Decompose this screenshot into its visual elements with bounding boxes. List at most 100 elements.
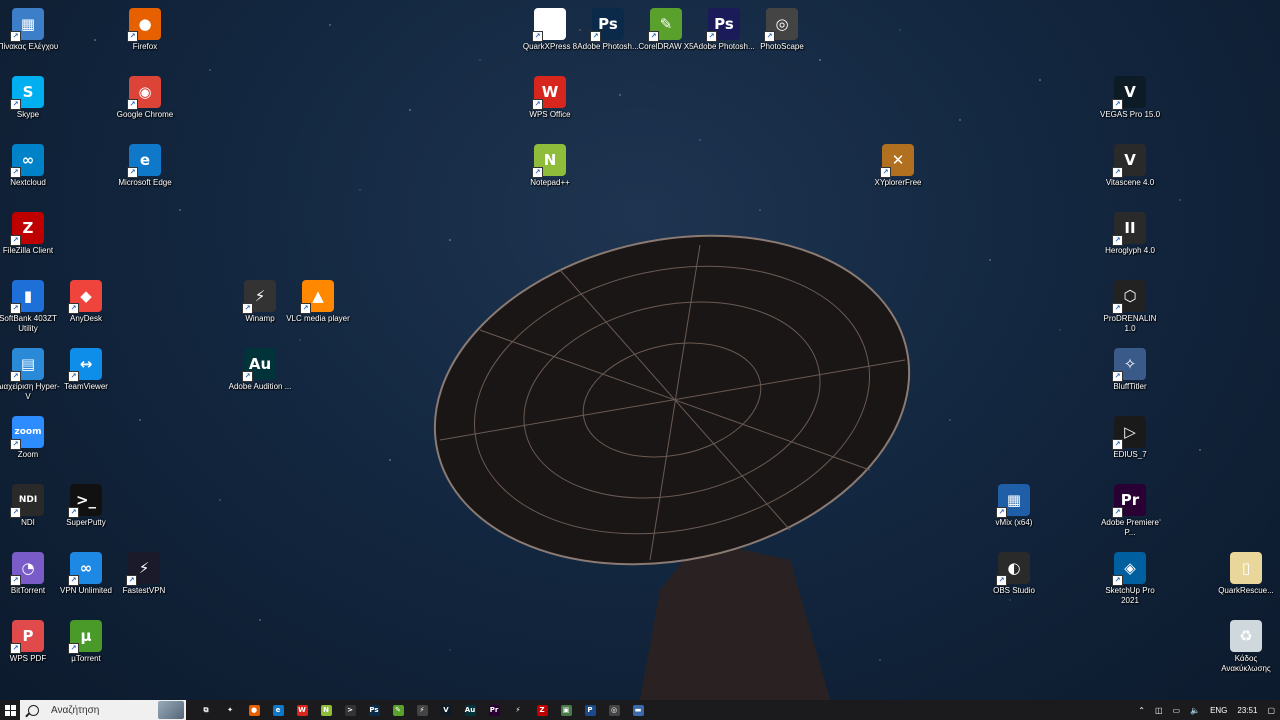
desktop-icon-label: SuperPutty	[66, 518, 106, 527]
desktop-icon-vegas[interactable]: V ↗ VEGAS Pro 15.0	[1098, 76, 1162, 120]
fastestvpn-icon: ⚡ ↗	[126, 552, 160, 586]
desktop-icon-firefox[interactable]: ● ↗ Firefox	[113, 8, 177, 52]
desktop-icon-bittorrent[interactable]: ◔ ↗ BitTorrent	[0, 552, 60, 596]
desktop-icon-wps-pdf[interactable]: P ↗ WPS PDF	[0, 620, 60, 664]
desktop-icon-winamp[interactable]: ⚡ ↗ Winamp	[228, 280, 292, 324]
notifications-icon[interactable]: ▢	[1267, 706, 1275, 715]
search-placeholder: Αναζήτηση	[51, 704, 100, 716]
desktop-icon-skype[interactable]: S ↗ Skype	[0, 76, 60, 120]
desktop-icon-coreldraw[interactable]: ✎ ↗ CorelDRAW X5	[634, 8, 698, 52]
desktop-icon-chrome[interactable]: ◉ ↗ Google Chrome	[113, 76, 177, 120]
firefox-icon: ●	[248, 704, 260, 716]
softbank-icon: ▮ ↗	[10, 280, 44, 314]
desktop-icon-heroglyph[interactable]: II ↗ Heroglyph 4.0	[1098, 212, 1162, 256]
wps-office-icon: W ↗	[532, 76, 566, 110]
desktop-icon-notepadpp[interactable]: N ↗ Notepad++	[518, 144, 582, 188]
desktop-icon-vmix[interactable]: ▦ ↗ vMix (x64)	[982, 484, 1046, 528]
taskbar-app-vegas[interactable]: V	[434, 700, 458, 720]
volume-icon[interactable]: 🔈	[1190, 706, 1200, 715]
desktop-icon-recycle-bin[interactable]: ♻ Κάδος Ανακύκλωσης	[1214, 620, 1278, 674]
taskbar-app-filezilla[interactable]: Z	[530, 700, 554, 720]
desktop-icon-edge[interactable]: e ↗ Microsoft Edge	[113, 144, 177, 188]
shortcut-arrow-icon: ↗	[1112, 371, 1123, 382]
taskbar-app-fastestvpn[interactable]: ⚡	[506, 700, 530, 720]
monitor-icon[interactable]: ▭	[1173, 706, 1181, 715]
desktop-icon-ndi[interactable]: NDI ↗ NDI	[0, 484, 60, 528]
taskbar-app-wps-office[interactable]: W	[290, 700, 314, 720]
taskbar-app-app-1[interactable]: ▣	[554, 700, 578, 720]
taskbar-app-notepadpp[interactable]: N	[314, 700, 338, 720]
taskbar-app-edge[interactable]: e	[266, 700, 290, 720]
desktop-icon-audition[interactable]: Au ↗ Adobe Audition ...	[228, 348, 292, 392]
shortcut-arrow-icon: ↗	[68, 507, 79, 518]
shortcut-arrow-icon: ↗	[10, 371, 21, 382]
quarkrescue-icon: ▯	[1230, 552, 1262, 584]
desktop-icon-xyplorer[interactable]: ✕ ↗ XYplorerFree	[866, 144, 930, 188]
desktop-icon-wps-office[interactable]: W ↗ WPS Office	[518, 76, 582, 120]
desktop-icon-softbank[interactable]: ▮ ↗ SoftBank 403ZT Utility	[0, 280, 60, 334]
desktop-icon-photoshop-1[interactable]: Ps ↗ Adobe Photosh...	[576, 8, 640, 52]
taskbar-search-box[interactable]: Αναζήτηση	[20, 700, 186, 720]
shortcut-arrow-icon: ↗	[764, 31, 775, 42]
app-2-icon: P	[584, 704, 596, 716]
desktop-icon-zoom[interactable]: zoom ↗ Zoom	[0, 416, 60, 460]
desktop-icon-prodrenalin[interactable]: ⬡ ↗ ProDRENALIN 1.0	[1098, 280, 1162, 334]
desktop-icon-label: AnyDesk	[69, 314, 102, 323]
desktop-icon-label: QuarkRescue...	[1218, 586, 1274, 595]
show-hidden-icons-icon[interactable]: ⌃	[1138, 706, 1145, 715]
taskbar-app-photoscape[interactable]: ◎	[602, 700, 626, 720]
photoscape-icon: ◎ ↗	[764, 8, 798, 42]
desktop-icon-obs[interactable]: ◐ ↗ OBS Studio	[982, 552, 1046, 596]
taskbar-app-superputty[interactable]: >	[338, 700, 362, 720]
taskbar-app-winamp[interactable]: ⚡	[410, 700, 434, 720]
desktop-icon-label: Notepad++	[530, 178, 570, 187]
desktop-icon-vitascene[interactable]: V ↗ Vitascene 4.0	[1098, 144, 1162, 188]
desktop-icon-photoscape[interactable]: ◎ ↗ PhotoScape	[750, 8, 814, 52]
desktop-icon-blufftitler[interactable]: ✧ ↗ BluffTitler	[1098, 348, 1162, 392]
blufftitler-icon: ✧ ↗	[1112, 348, 1146, 382]
desktop-icon-label: NDI	[21, 518, 35, 527]
desktop-icon-control-panel[interactable]: ▦ ↗ Πίνακας Ελέγχου	[0, 8, 60, 52]
filezilla-icon: Z	[536, 704, 548, 716]
photoscape-icon: ◎	[608, 704, 620, 716]
desktop-icon-label: Firefox	[132, 42, 158, 51]
desktop-icon-teamviewer[interactable]: ↔ ↗ TeamViewer	[54, 348, 118, 392]
shortcut-arrow-icon: ↗	[126, 575, 137, 586]
network-icon[interactable]: ◫	[1155, 706, 1163, 715]
obs-icon: ◐ ↗	[996, 552, 1030, 586]
desktop-icon-premiere[interactable]: Pr ↗ Adobe Premiere P...	[1098, 484, 1162, 538]
desktop-icon-quarkrescue[interactable]: ▯ QuarkRescue...	[1214, 552, 1278, 596]
desktop-icon-superputty[interactable]: >_ ↗ SuperPutty	[54, 484, 118, 528]
desktop-icon-edius[interactable]: ▷ ↗ EDIUS_7	[1098, 416, 1162, 460]
desktop-icon-nextcloud[interactable]: ∞ ↗ Nextcloud	[0, 144, 60, 188]
taskbar-app-premiere[interactable]: Pr	[482, 700, 506, 720]
desktop-icon-vpn-unlimited[interactable]: ∞ ↗ VPN Unlimited	[54, 552, 118, 596]
shortcut-arrow-icon: ↗	[880, 167, 891, 178]
desktop-icon-quarkxpress[interactable]: ✦ ↗ QuarkXPress 8	[518, 8, 582, 52]
desktop-icon-utorrent[interactable]: µ ↗ µTorrent	[54, 620, 118, 664]
bittorrent-icon: ◔ ↗	[10, 552, 44, 586]
desktop-icon-photoshop-2[interactable]: Ps ↗ Adobe Photosh...	[692, 8, 756, 52]
start-button[interactable]	[0, 700, 20, 720]
taskbar-app-app-2[interactable]: P	[578, 700, 602, 720]
desktop-icon-fastestvpn[interactable]: ⚡ ↗ FastestVPN	[112, 552, 176, 596]
taskbar-app-firefox[interactable]: ●	[242, 700, 266, 720]
desktop-icon-sketchup[interactable]: ◈ ↗ SketchUp Pro 2021	[1098, 552, 1162, 606]
taskbar-app-quarkxpress[interactable]: ✦	[218, 700, 242, 720]
desktop-icon-label: QuarkXPress 8	[522, 42, 578, 51]
taskbar-app-app-3[interactable]: ▬	[626, 700, 650, 720]
desktop-icon-anydesk[interactable]: ◆ ↗ AnyDesk	[54, 280, 118, 324]
taskbar-app-task-view[interactable]: ⧉	[194, 700, 218, 720]
taskbar-app-audition[interactable]: Au	[458, 700, 482, 720]
taskbar-app-coreldraw[interactable]: ✎	[386, 700, 410, 720]
shortcut-arrow-icon: ↗	[648, 31, 659, 42]
desktop-icon-hyperv[interactable]: ▤ ↗ Διαχείριση Hyper-V	[0, 348, 60, 402]
language-indicator[interactable]: ENG	[1210, 706, 1227, 715]
desktop-icon-filezilla[interactable]: Z ↗ FileZilla Client	[0, 212, 60, 256]
taskbar-app-photoshop[interactable]: Ps	[362, 700, 386, 720]
clock[interactable]: 23:51	[1237, 706, 1257, 715]
desktop-icon-vlc[interactable]: ▲ ↗ VLC media player	[286, 280, 350, 324]
shortcut-arrow-icon: ↗	[10, 235, 21, 246]
shortcut-arrow-icon: ↗	[1112, 303, 1123, 314]
task-view-icon: ⧉	[200, 704, 212, 716]
